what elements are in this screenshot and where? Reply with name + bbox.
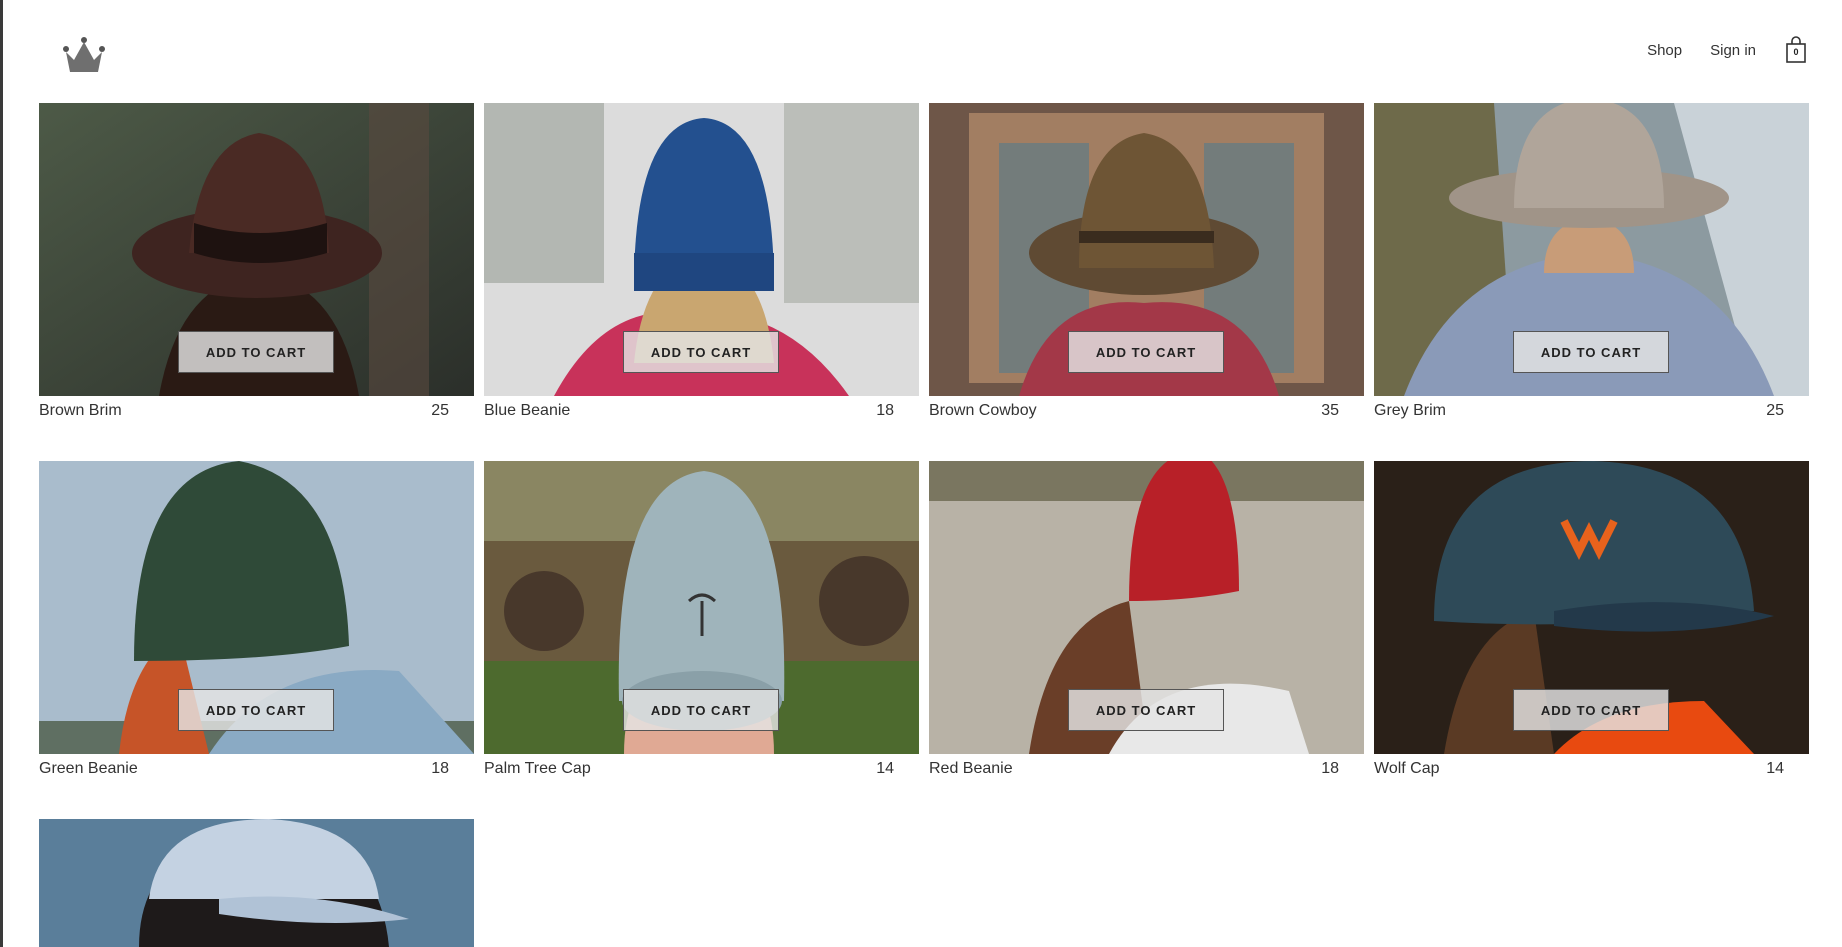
product-image-brown-brim: ADD TO CART (39, 103, 474, 396)
product-name: Wolf Cap (1374, 760, 1440, 777)
product-name: Blue Beanie (484, 402, 571, 419)
product-card: ADD TO CART Green Beanie 18 (39, 461, 474, 778)
add-to-cart-button[interactable]: ADD TO CART (1068, 689, 1224, 731)
product-price: 18 (431, 760, 449, 777)
add-to-cart-button[interactable]: ADD TO CART (178, 331, 334, 373)
product-name: Red Beanie (929, 760, 1013, 777)
product-name: Brown Cowboy (929, 402, 1037, 419)
product-image-grey-brim: ADD TO CART (1374, 103, 1809, 396)
product-price: 35 (1321, 402, 1339, 419)
product-card: ADD TO CART Grey Brim 25 (1374, 103, 1809, 420)
add-to-cart-button[interactable]: ADD TO CART (623, 331, 779, 373)
nav-sign-in-link[interactable]: Sign in (1710, 42, 1756, 59)
site-header: Shop Sign in 0 (0, 0, 1842, 100)
add-to-cart-button[interactable]: ADD TO CART (1513, 689, 1669, 731)
crown-logo-icon[interactable] (60, 36, 108, 78)
product-price: 14 (1766, 760, 1784, 777)
product-image-brown-cowboy: ADD TO CART (929, 103, 1364, 396)
product-card: ADD TO CART Brown Brim 25 (39, 103, 474, 420)
add-to-cart-button[interactable]: ADD TO CART (623, 689, 779, 731)
product-card: ADD TO CART Blue Beanie 18 (484, 103, 919, 420)
product-image-blue-cap (39, 819, 474, 947)
product-image-wolf-cap: ADD TO CART (1374, 461, 1809, 754)
product-price: 18 (876, 402, 894, 419)
product-card: ADD TO CART Palm Tree Cap 14 (484, 461, 919, 778)
product-image-palm-tree-cap: ADD TO CART (484, 461, 919, 754)
product-price: 25 (431, 402, 449, 419)
add-to-cart-button[interactable]: ADD TO CART (1068, 331, 1224, 373)
product-image-red-beanie: ADD TO CART (929, 461, 1364, 754)
product-card (39, 819, 474, 947)
product-price: 25 (1766, 402, 1784, 419)
add-to-cart-button[interactable]: ADD TO CART (178, 689, 334, 731)
product-name: Brown Brim (39, 402, 122, 419)
product-name: Green Beanie (39, 760, 138, 777)
product-image-green-beanie: ADD TO CART (39, 461, 474, 754)
shopping-bag-icon[interactable]: 0 (1784, 36, 1808, 64)
product-name: Palm Tree Cap (484, 760, 591, 777)
product-price: 18 (1321, 760, 1339, 777)
header-nav: Shop Sign in 0 (1647, 36, 1842, 64)
product-card: ADD TO CART Wolf Cap 14 (1374, 461, 1809, 778)
product-card: ADD TO CART Red Beanie 18 (929, 461, 1364, 778)
product-name: Grey Brim (1374, 402, 1446, 419)
product-price: 14 (876, 760, 894, 777)
cart-count: 0 (1793, 47, 1799, 57)
window-edge (0, 0, 3, 947)
product-image-blue-beanie: ADD TO CART (484, 103, 919, 396)
product-card: ADD TO CART Brown Cowboy 35 (929, 103, 1364, 420)
nav-shop-link[interactable]: Shop (1647, 42, 1682, 59)
add-to-cart-button[interactable]: ADD TO CART (1513, 331, 1669, 373)
